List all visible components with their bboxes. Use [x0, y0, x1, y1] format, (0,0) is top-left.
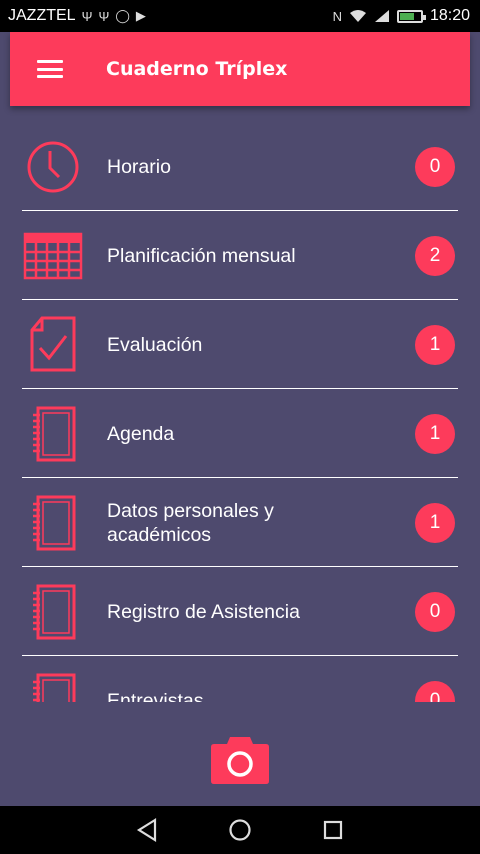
- navigation-bar: [0, 806, 480, 854]
- checklist-icon: [22, 314, 84, 376]
- hamburger-menu-icon: [37, 60, 63, 78]
- menu-button[interactable]: [10, 32, 90, 106]
- signal-icon: [374, 10, 389, 22]
- recents-button[interactable]: [318, 815, 348, 845]
- status-time: 18:20: [429, 7, 470, 24]
- count-badge: 1: [415, 413, 455, 454]
- menu-item-horario[interactable]: Horario 0: [0, 122, 480, 211]
- count-badge: 0: [415, 146, 455, 187]
- app-title: Cuaderno Tríplex: [106, 58, 288, 80]
- count-badge: 2: [415, 235, 455, 276]
- carrier-name: JAZZTEL: [8, 7, 76, 24]
- menu-list: Horario 0 Planificación mensual 2 Evalua…: [0, 122, 480, 702]
- back-button[interactable]: [132, 815, 162, 845]
- menu-item-planificacion-mensual[interactable]: Planificación mensual 2: [0, 211, 480, 300]
- home-button[interactable]: [225, 815, 255, 845]
- menu-item-label: Datos personales y académicos: [107, 499, 274, 546]
- app-screen: Cuaderno Tríplex Horario 0 Planificación…: [0, 32, 480, 806]
- menu-item-label: Evaluación: [107, 333, 203, 356]
- menu-item-registro-asistencia[interactable]: Registro de Asistencia 0: [0, 567, 480, 656]
- count-badge: 1: [415, 324, 455, 365]
- app-bar: Cuaderno Tríplex: [10, 32, 470, 106]
- battery-icon: [396, 9, 426, 23]
- menu-item-evaluacion[interactable]: Evaluación 1: [0, 300, 480, 389]
- menu-item-label: Entrevistas: [107, 689, 204, 703]
- count-badge: 1: [415, 502, 455, 543]
- play-store-icon: ▶: [135, 8, 146, 23]
- menu-item-label: Planificación mensual: [107, 244, 296, 267]
- whatsapp-icon: ◯: [115, 8, 130, 23]
- wifi-icon: [349, 10, 366, 22]
- notebook-icon: [22, 581, 84, 643]
- menu-item-datos-personales[interactable]: Datos personales y académicos 1: [0, 478, 480, 567]
- calendar-grid-icon: [22, 225, 84, 287]
- menu-item-label: Horario: [107, 155, 171, 178]
- home-icon: [229, 819, 251, 841]
- notebook-icon: [22, 670, 84, 702]
- clock-icon: [22, 136, 84, 198]
- notebook-icon: [22, 403, 84, 465]
- notebook-icon: [22, 492, 84, 554]
- nfc-icon: N: [332, 8, 342, 24]
- usb-icon: Ψ: [81, 8, 93, 24]
- recents-icon: [324, 820, 343, 840]
- count-badge: 0: [415, 680, 455, 702]
- back-icon: [136, 818, 156, 842]
- camera-icon: [211, 737, 269, 784]
- menu-item-agenda[interactable]: Agenda 1: [0, 389, 480, 478]
- usb-icon: Ψ: [98, 8, 110, 24]
- status-bar: JAZZTEL Ψ Ψ ◯ ▶ N 18:20: [0, 0, 480, 32]
- camera-button[interactable]: [210, 735, 270, 785]
- menu-item-entrevistas[interactable]: Entrevistas 0: [0, 656, 480, 702]
- count-badge: 0: [415, 591, 455, 632]
- menu-item-label: Agenda: [107, 422, 175, 445]
- menu-item-label: Registro de Asistencia: [107, 600, 300, 623]
